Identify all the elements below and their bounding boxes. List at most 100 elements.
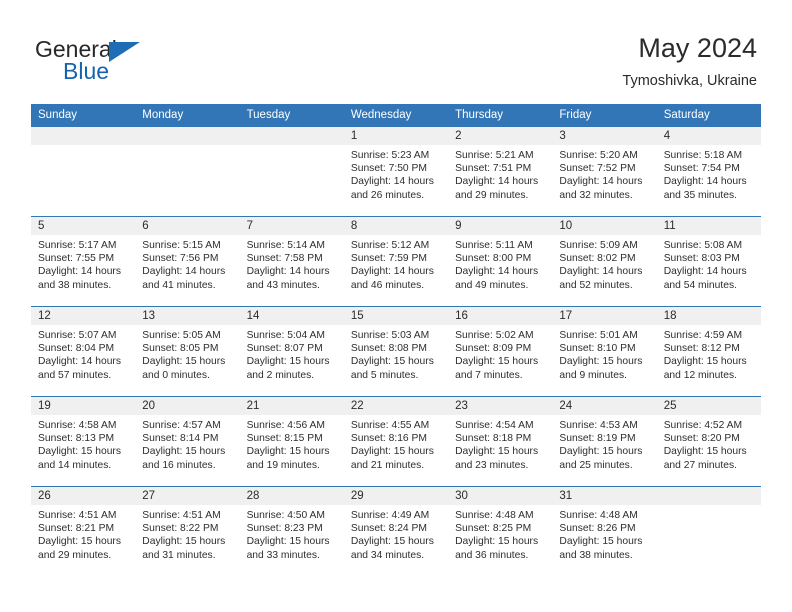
sunset-text: Sunset: 7:54 PM	[663, 163, 740, 175]
day-number: 5	[31, 217, 136, 235]
calendar-day-cell[interactable]: 31 Sunrise: 4:48 AM Sunset: 8:26 PM Dayligh…	[552, 487, 657, 576]
daylight-text-line1: Daylight: 15 hours	[455, 356, 539, 368]
day-details: Sunrise: 4:51 AM Sunset: 8:22 PM Daylight:…	[135, 505, 239, 562]
day-details: Sunrise: 5:03 AM Sunset: 8:08 PM Daylight:…	[344, 325, 448, 382]
sunrise-text: Sunrise: 4:50 AM	[246, 510, 325, 521]
day-details: Sunrise: 4:48 AM Sunset: 8:25 PM Daylight:…	[448, 505, 552, 562]
calendar-day-cell[interactable]: 9 Sunrise: 5:11 AM Sunset: 8:00 PM Daylight…	[448, 217, 553, 306]
sunset-text: Sunset: 8:16 PM	[350, 433, 427, 445]
day-details: Sunrise: 4:50 AM Sunset: 8:23 PM Daylight:…	[240, 505, 344, 562]
calendar-day-cell[interactable]: 25 Sunrise: 4:52 AM Sunset: 8:20 PM Dayligh…	[656, 397, 761, 486]
day-number: 19	[31, 397, 136, 415]
sunrise-text: Sunrise: 4:58 AM	[38, 420, 117, 431]
sunrise-text: Sunrise: 4:53 AM	[559, 420, 638, 431]
calendar-day-cell[interactable]: 28 Sunrise: 4:50 AM Sunset: 8:23 PM Dayligh…	[239, 487, 344, 576]
sunrise-text: Sunrise: 4:54 AM	[455, 420, 534, 431]
day-details: Sunrise: 5:07 AM Sunset: 8:04 PM Daylight:…	[31, 325, 135, 382]
sunrise-text: Sunrise: 4:48 AM	[455, 510, 534, 521]
calendar-day-cell-empty	[239, 127, 344, 216]
daylight-text-line1: Daylight: 15 hours	[663, 356, 747, 368]
sunset-text: Sunset: 8:13 PM	[38, 433, 115, 445]
daylight-text-line2: and 9 minutes.	[559, 369, 627, 381]
calendar-week-row: 12 Sunrise: 5:07 AM Sunset: 8:04 PM Dayligh…	[31, 306, 761, 397]
sunset-text: Sunset: 8:21 PM	[38, 523, 115, 535]
sunrise-text: Sunrise: 4:48 AM	[559, 510, 638, 521]
calendar-day-cell[interactable]: 23 Sunrise: 4:54 AM Sunset: 8:18 PM Dayligh…	[448, 397, 553, 486]
daylight-text-line2: and 19 minutes.	[246, 459, 320, 471]
daylight-text-line2: and 29 minutes.	[455, 189, 529, 201]
calendar-day-cell[interactable]: 17 Sunrise: 5:01 AM Sunset: 8:10 PM Dayligh…	[552, 307, 657, 396]
daylight-text-line1: Daylight: 15 hours	[38, 446, 121, 458]
sunset-text: Sunset: 8:24 PM	[350, 523, 427, 535]
calendar-week-row: 1 Sunrise: 5:23 AM Sunset: 7:50 PM Daylight…	[31, 126, 761, 217]
sunset-text: Sunset: 7:52 PM	[559, 163, 636, 175]
calendar-day-cell[interactable]: 24 Sunrise: 4:53 AM Sunset: 8:19 PM Dayligh…	[552, 397, 657, 486]
daylight-text-line2: and 12 minutes.	[663, 369, 737, 381]
day-number: 1	[343, 127, 449, 145]
sunset-text: Sunset: 8:18 PM	[455, 433, 532, 445]
calendar-day-cell[interactable]: 27 Sunrise: 4:51 AM Sunset: 8:22 PM Dayligh…	[135, 487, 240, 576]
weekday-header-row: Sunday Monday Tuesday Wednesday Thursday Frid…	[31, 104, 761, 127]
page-subtitle: Tymoshivka, Ukraine	[622, 73, 757, 89]
day-number: 31	[552, 487, 657, 505]
calendar-day-cell[interactable]: 15 Sunrise: 5:03 AM Sunset: 8:08 PM Dayligh…	[343, 307, 449, 396]
brand-logo[interactable]: General Blue	[35, 36, 235, 88]
day-details: Sunrise: 5:15 AM Sunset: 7:56 PM Daylight:…	[135, 235, 239, 292]
daylight-text-line2: and 14 minutes.	[38, 459, 112, 471]
day-number	[239, 127, 344, 145]
daylight-text-line1: Daylight: 14 hours	[38, 266, 121, 278]
calendar-day-cell[interactable]: 12 Sunrise: 5:07 AM Sunset: 8:04 PM Dayligh…	[31, 307, 136, 396]
calendar-day-cell[interactable]: 10 Sunrise: 5:09 AM Sunset: 8:02 PM Dayligh…	[552, 217, 657, 306]
daylight-text-line1: Daylight: 14 hours	[350, 266, 434, 278]
sunset-text: Sunset: 8:02 PM	[559, 253, 636, 265]
daylight-text-line1: Daylight: 15 hours	[559, 446, 643, 458]
daylight-text-line1: Daylight: 14 hours	[455, 266, 539, 278]
day-number: 21	[239, 397, 344, 415]
calendar-day-cell[interactable]: 11 Sunrise: 5:08 AM Sunset: 8:03 PM Dayligh…	[656, 217, 761, 306]
day-details: Sunrise: 4:58 AM Sunset: 8:13 PM Daylight:…	[31, 415, 135, 472]
sunset-text: Sunset: 8:22 PM	[142, 523, 219, 535]
sunrise-text: Sunrise: 5:20 AM	[559, 150, 638, 161]
sunrise-text: Sunrise: 5:02 AM	[455, 330, 534, 341]
day-number: 7	[239, 217, 344, 235]
day-number: 22	[343, 397, 449, 415]
daylight-text-line1: Daylight: 14 hours	[38, 356, 121, 368]
calendar-day-cell[interactable]: 8 Sunrise: 5:12 AM Sunset: 7:59 PM Daylight…	[343, 217, 449, 306]
daylight-text-line2: and 0 minutes.	[142, 369, 210, 381]
calendar-day-cell[interactable]: 22 Sunrise: 4:55 AM Sunset: 8:16 PM Dayligh…	[343, 397, 449, 486]
day-number: 9	[448, 217, 553, 235]
calendar-day-cell[interactable]: 30 Sunrise: 4:48 AM Sunset: 8:25 PM Dayligh…	[448, 487, 553, 576]
daylight-text-line2: and 34 minutes.	[350, 549, 425, 561]
day-number: 25	[656, 397, 761, 415]
day-details: Sunrise: 4:57 AM Sunset: 8:14 PM Daylight:…	[135, 415, 239, 472]
brand-name-blue: Blue	[63, 58, 110, 84]
day-number: 16	[448, 307, 553, 325]
calendar-day-cell[interactable]: 4 Sunrise: 5:18 AM Sunset: 7:54 PM Daylight…	[656, 127, 761, 216]
daylight-text-line1: Daylight: 15 hours	[663, 446, 747, 458]
calendar-day-cell[interactable]: 19 Sunrise: 4:58 AM Sunset: 8:13 PM Dayligh…	[31, 397, 136, 486]
page-title: May 2024	[638, 33, 757, 63]
calendar-week-row: 19 Sunrise: 4:58 AM Sunset: 8:13 PM Dayligh…	[31, 396, 761, 487]
calendar-day-cell[interactable]: 7 Sunrise: 5:14 AM Sunset: 7:58 PM Daylight…	[239, 217, 344, 306]
calendar-day-cell[interactable]: 14 Sunrise: 5:04 AM Sunset: 8:07 PM Dayligh…	[239, 307, 344, 396]
calendar-day-cell[interactable]: 16 Sunrise: 5:02 AM Sunset: 8:09 PM Dayligh…	[448, 307, 553, 396]
daylight-text-line1: Daylight: 14 hours	[246, 266, 330, 278]
day-details: Sunrise: 5:18 AM Sunset: 7:54 PM Daylight:…	[657, 145, 761, 202]
calendar-day-cell[interactable]: 1 Sunrise: 5:23 AM Sunset: 7:50 PM Daylight…	[343, 127, 449, 216]
calendar-day-cell[interactable]: 20 Sunrise: 4:57 AM Sunset: 8:14 PM Dayligh…	[135, 397, 240, 486]
daylight-text-line2: and 38 minutes.	[559, 549, 633, 561]
calendar-day-cell[interactable]: 3 Sunrise: 5:20 AM Sunset: 7:52 PM Daylight…	[552, 127, 657, 216]
calendar-day-cell[interactable]: 6 Sunrise: 5:15 AM Sunset: 7:56 PM Daylight…	[135, 217, 240, 306]
calendar-day-cell[interactable]: 29 Sunrise: 4:49 AM Sunset: 8:24 PM Dayligh…	[343, 487, 449, 576]
sunset-text: Sunset: 8:20 PM	[663, 433, 740, 445]
daylight-text-line1: Daylight: 15 hours	[350, 536, 434, 548]
daylight-text-line1: Daylight: 15 hours	[455, 446, 539, 458]
calendar-day-cell[interactable]: 2 Sunrise: 5:21 AM Sunset: 7:51 PM Daylight…	[448, 127, 553, 216]
calendar-table: Sunday Monday Tuesday Wednesday Thursday Frid…	[31, 104, 761, 576]
calendar-day-cell[interactable]: 26 Sunrise: 4:51 AM Sunset: 8:21 PM Dayligh…	[31, 487, 136, 576]
calendar-day-cell[interactable]: 5 Sunrise: 5:17 AM Sunset: 7:55 PM Daylight…	[31, 217, 136, 306]
calendar-day-cell[interactable]: 13 Sunrise: 5:05 AM Sunset: 8:05 PM Dayligh…	[135, 307, 240, 396]
calendar-day-cell[interactable]: 18 Sunrise: 4:59 AM Sunset: 8:12 PM Dayligh…	[656, 307, 761, 396]
calendar-day-cell[interactable]: 21 Sunrise: 4:56 AM Sunset: 8:15 PM Dayligh…	[239, 397, 344, 486]
weekday-header-monday: Monday	[135, 104, 240, 127]
